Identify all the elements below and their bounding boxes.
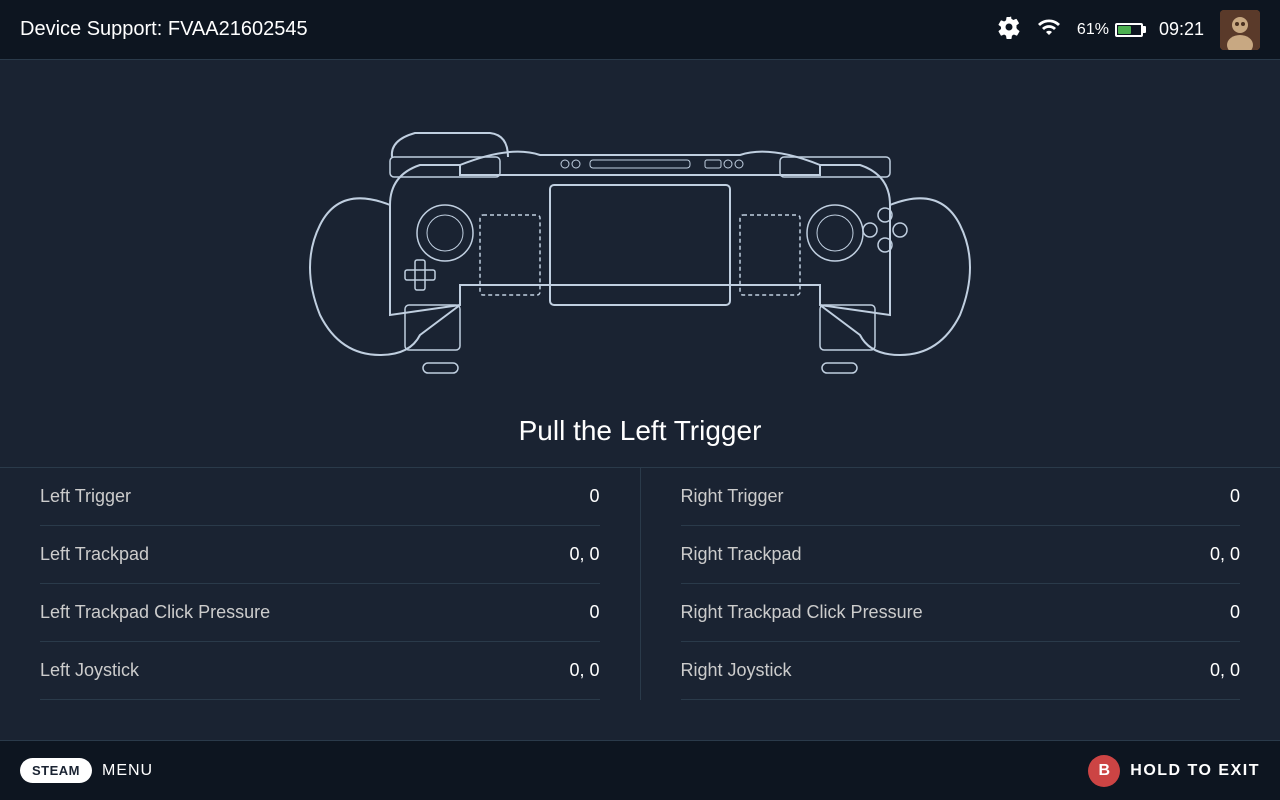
right-joystick-label: Right Joystick (681, 660, 792, 681)
controller-diagram (260, 85, 1020, 385)
data-area: Left Trigger 0 Left Trackpad 0, 0 Left T… (0, 468, 1280, 700)
right-trigger-value: 0 (1230, 486, 1240, 507)
hold-exit-label: HOLD TO EXIT (1130, 762, 1260, 780)
battery-icon (1115, 23, 1143, 37)
left-trackpad-value: 0, 0 (569, 544, 599, 565)
left-trackpad-label: Left Trackpad (40, 544, 149, 565)
right-joystick-value: 0, 0 (1210, 660, 1240, 681)
table-row: Right Trigger 0 (681, 468, 1241, 526)
left-data-column: Left Trigger 0 Left Trackpad 0, 0 Left T… (0, 468, 641, 700)
left-joystick-value: 0, 0 (569, 660, 599, 681)
instruction-text: Pull the Left Trigger (0, 400, 1280, 467)
table-row: Right Trackpad 0, 0 (681, 526, 1241, 584)
right-data-column: Right Trigger 0 Right Trackpad 0, 0 Righ… (641, 468, 1280, 700)
right-trigger-label: Right Trigger (681, 486, 784, 507)
left-trackpad-click-value: 0 (589, 602, 599, 623)
right-trackpad-value: 0, 0 (1210, 544, 1240, 565)
right-trackpad-click-label: Right Trackpad Click Pressure (681, 602, 923, 623)
device-title: Device Support: FVAA21602545 (20, 18, 308, 41)
hold-to-exit[interactable]: B HOLD TO EXIT (1088, 755, 1260, 787)
steam-badge: STEAM (20, 758, 92, 783)
table-row: Left Trackpad Click Pressure 0 (40, 584, 600, 642)
right-trackpad-label: Right Trackpad (681, 544, 802, 565)
table-row: Right Joystick 0, 0 (681, 642, 1241, 700)
left-trackpad-click-label: Left Trackpad Click Pressure (40, 602, 270, 623)
left-joystick-label: Left Joystick (40, 660, 139, 681)
header-controls: 61% 09:21 (997, 10, 1260, 50)
battery-percent: 61% (1077, 21, 1109, 39)
table-row: Left Trackpad 0, 0 (40, 526, 600, 584)
footer: STEAM MENU B HOLD TO EXIT (0, 740, 1280, 800)
left-trigger-value: 0 (589, 486, 599, 507)
wifi-icon (1037, 15, 1061, 45)
b-button: B (1088, 755, 1120, 787)
right-trackpad-click-value: 0 (1230, 602, 1240, 623)
steam-menu-button[interactable]: STEAM MENU (20, 758, 153, 783)
settings-icon[interactable] (997, 15, 1021, 45)
left-trigger-label: Left Trigger (40, 486, 131, 507)
header: Device Support: FVAA21602545 61% 09:21 (0, 0, 1280, 60)
table-row: Left Trigger 0 (40, 468, 600, 526)
table-row: Right Trackpad Click Pressure 0 (681, 584, 1241, 642)
avatar[interactable] (1220, 10, 1260, 50)
table-row: Left Joystick 0, 0 (40, 642, 600, 700)
menu-label: MENU (102, 762, 153, 780)
controller-diagram-area (0, 60, 1280, 400)
battery-section: 61% (1077, 21, 1143, 39)
clock: 09:21 (1159, 19, 1204, 40)
